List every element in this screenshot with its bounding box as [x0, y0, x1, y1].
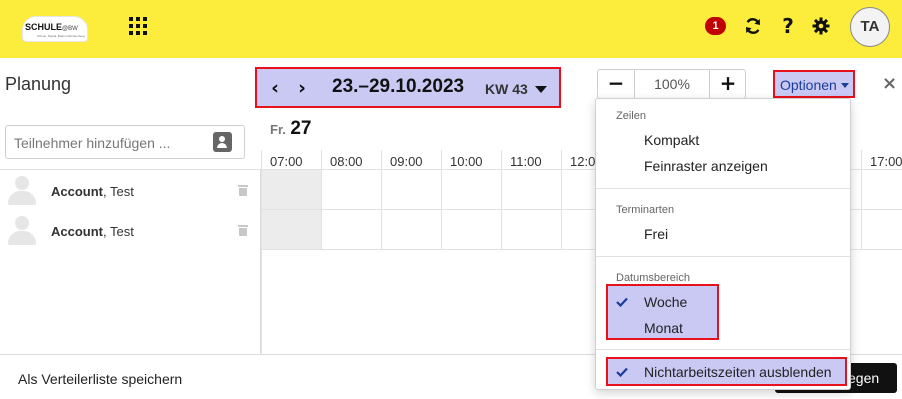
- calendar-week-label[interactable]: KW 43: [485, 81, 528, 97]
- menu-item-hide-nonworking-hours[interactable]: Nichtarbeitszeiten ausblenden: [644, 364, 832, 380]
- person-silhouette-icon: [7, 176, 37, 206]
- save-button-label: egen: [848, 370, 880, 386]
- zoom-out-button[interactable]: −: [598, 70, 634, 98]
- logo-text: SCHULE@BW: [25, 22, 78, 32]
- grid-line: [381, 150, 382, 250]
- menu-item-free[interactable]: Frei: [644, 226, 668, 242]
- close-icon[interactable]: ×: [882, 75, 897, 93]
- options-dropdown-menu: Zeilen Kompakt Feinraster anzeigen Termi…: [595, 98, 851, 390]
- non-working-hours-shade: [262, 170, 321, 250]
- options-label: Optionen: [780, 77, 837, 93]
- date-range-label[interactable]: 23.–29.10.2023: [332, 76, 464, 98]
- zoom-control: − 100% +: [597, 69, 746, 99]
- page-title: Planung: [5, 74, 72, 94]
- sync-icon[interactable]: [740, 13, 766, 39]
- app-window: SCHULE@BW Schule. Digital. Baden-Württem…: [0, 0, 902, 399]
- logo-subtitle: Schule. Digital. Baden-Württemberg: [37, 34, 85, 38]
- previous-week-button[interactable]: ‹: [266, 78, 284, 98]
- day-name: Fr.: [270, 122, 286, 137]
- participant-row: Account, Test: [0, 210, 260, 250]
- next-week-button[interactable]: ›: [293, 78, 311, 98]
- options-button[interactable]: Optionen: [773, 70, 855, 98]
- participant-search-input[interactable]: [14, 133, 204, 153]
- day-number: 27: [290, 118, 312, 139]
- date-navigation: ‹ › 23.–29.10.2023 KW 43: [255, 67, 561, 108]
- save-as-distribution-list-link[interactable]: Als Verteilerliste speichern: [18, 371, 182, 387]
- hour-label: 10:00: [450, 154, 483, 169]
- participant-search-box[interactable]: [5, 125, 245, 159]
- menu-divider: [596, 349, 850, 350]
- grid-line: [861, 150, 862, 250]
- help-question-mark: ?: [782, 14, 794, 38]
- menu-item-fine-grid[interactable]: Feinraster anzeigen: [644, 158, 768, 174]
- check-icon: [616, 367, 628, 377]
- trash-icon[interactable]: [238, 224, 248, 236]
- grid-line: [561, 150, 562, 250]
- day-header: Fr. 27: [270, 118, 312, 140]
- top-header: SCHULE@BW Schule. Digital. Baden-Württem…: [0, 0, 902, 58]
- person-silhouette-icon: [7, 216, 37, 246]
- grid-line: [441, 150, 442, 250]
- hour-label: 08:00: [330, 154, 363, 169]
- menu-section-types: Terminarten: [616, 204, 675, 216]
- grid-line: [321, 150, 322, 250]
- menu-divider: [596, 256, 850, 257]
- zoom-in-button[interactable]: +: [710, 70, 746, 98]
- user-avatar[interactable]: TA: [850, 7, 890, 47]
- hour-label: 11:00: [510, 154, 542, 169]
- apps-grid-icon[interactable]: [129, 17, 147, 35]
- schule-bw-logo[interactable]: SCHULE@BW Schule. Digital. Baden-Württem…: [22, 16, 88, 42]
- grid-line: [501, 150, 502, 250]
- menu-item-week[interactable]: Woche: [644, 294, 687, 310]
- caret-down-icon: [841, 83, 849, 88]
- notification-badge[interactable]: 1: [705, 17, 726, 35]
- participant-name: Account, Test: [51, 184, 134, 199]
- hour-label: 12:0: [570, 154, 596, 169]
- menu-section-rows: Zeilen: [616, 110, 646, 122]
- menu-divider: [596, 188, 850, 189]
- help-icon[interactable]: ?: [775, 13, 801, 39]
- zoom-level: 100%: [634, 70, 710, 98]
- menu-section-date-range: Datumsbereich: [616, 272, 690, 284]
- participant-name: Account, Test: [51, 224, 134, 239]
- trash-icon[interactable]: [238, 184, 248, 196]
- caret-down-icon[interactable]: [535, 86, 547, 93]
- menu-item-month[interactable]: Monat: [644, 320, 683, 336]
- grid-line: [261, 150, 262, 354]
- address-book-icon[interactable]: [213, 132, 232, 152]
- menu-item-compact[interactable]: Kompakt: [644, 132, 699, 148]
- hour-label: 07:00: [270, 154, 303, 169]
- gear-icon[interactable]: [808, 13, 834, 39]
- hour-label: 09:00: [390, 154, 423, 169]
- check-icon: [616, 297, 628, 307]
- hour-label: 17:00: [870, 154, 902, 169]
- participant-row: Account, Test: [0, 170, 260, 210]
